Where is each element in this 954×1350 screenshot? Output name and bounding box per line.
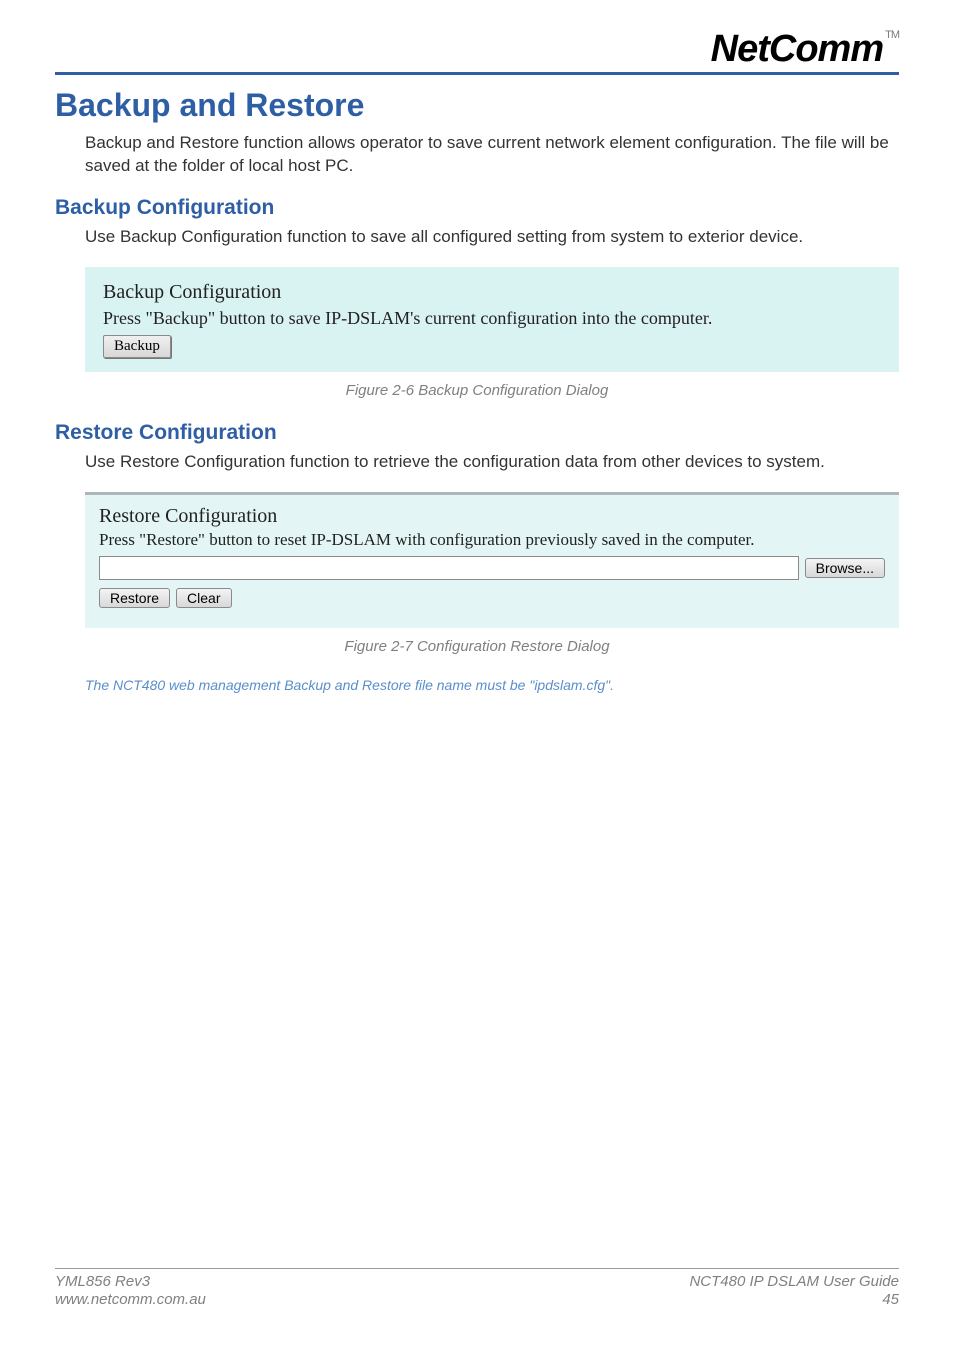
backup-panel-wrap: Backup Configuration Press "Backup" butt… bbox=[85, 267, 899, 372]
filename-note: The NCT480 web management Backup and Res… bbox=[85, 677, 899, 693]
footer-rev: YML856 Rev3 bbox=[55, 1273, 206, 1292]
brand-logo-text: NetComm bbox=[711, 28, 883, 70]
header-logo-row: NetCommTM bbox=[55, 30, 899, 68]
backup-panel-text: Press "Backup" button to save IP-DSLAM's… bbox=[103, 308, 881, 329]
trademark-symbol: TM bbox=[885, 29, 899, 41]
footer-page-number: 45 bbox=[689, 1291, 899, 1310]
backup-button[interactable]: Backup bbox=[103, 335, 171, 358]
backup-panel-title: Backup Configuration bbox=[103, 281, 881, 304]
restore-panel: Restore Configuration Press "Restore" bu… bbox=[85, 492, 899, 628]
file-path-input[interactable] bbox=[99, 556, 799, 580]
backup-description: Use Backup Configuration function to sav… bbox=[85, 226, 899, 249]
brand-logo: NetCommTM bbox=[711, 30, 899, 68]
header-rule bbox=[55, 72, 899, 75]
page-footer: YML856 Rev3 www.netcomm.com.au NCT480 IP… bbox=[55, 1268, 899, 1311]
footer-url: www.netcomm.com.au bbox=[55, 1291, 206, 1310]
restore-heading: Restore Configuration bbox=[55, 421, 899, 445]
backup-heading: Backup Configuration bbox=[55, 196, 899, 220]
restore-button-row: Restore Clear bbox=[99, 588, 885, 608]
intro-paragraph: Backup and Restore function allows opera… bbox=[85, 132, 899, 178]
footer-left-block: YML856 Rev3 www.netcomm.com.au bbox=[55, 1273, 206, 1311]
footer-guide-title: NCT480 IP DSLAM User Guide bbox=[689, 1273, 899, 1292]
browse-button[interactable]: Browse... bbox=[805, 558, 885, 578]
restore-panel-title: Restore Configuration bbox=[99, 505, 885, 528]
restore-button[interactable]: Restore bbox=[99, 588, 170, 608]
restore-panel-text: Press "Restore" button to reset IP-DSLAM… bbox=[99, 530, 885, 550]
restore-figure-caption: Figure 2-7 Configuration Restore Dialog bbox=[55, 638, 899, 655]
file-picker-row: Browse... bbox=[99, 556, 885, 580]
backup-panel: Backup Configuration Press "Backup" butt… bbox=[85, 267, 899, 372]
footer-rule bbox=[55, 1268, 899, 1269]
restore-panel-wrap: Restore Configuration Press "Restore" bu… bbox=[85, 492, 899, 628]
backup-figure-caption: Figure 2-6 Backup Configuration Dialog bbox=[55, 382, 899, 399]
clear-button[interactable]: Clear bbox=[176, 588, 231, 608]
page-title: Backup and Restore bbox=[55, 87, 899, 124]
restore-description: Use Restore Configuration function to re… bbox=[85, 451, 899, 474]
footer-right-block: NCT480 IP DSLAM User Guide 45 bbox=[689, 1273, 899, 1311]
